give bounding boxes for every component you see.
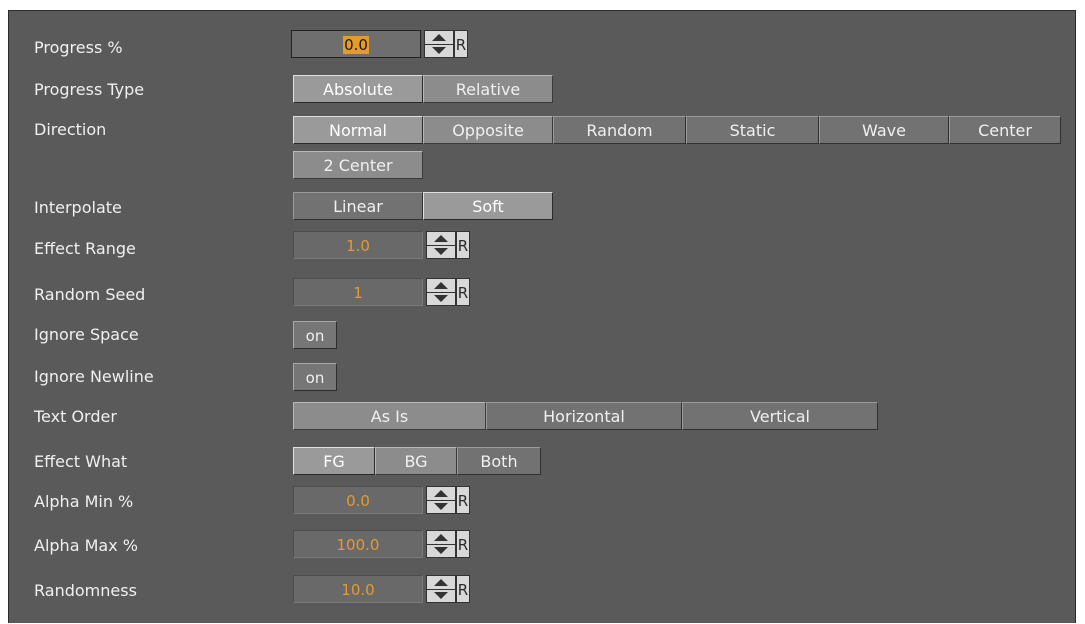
alpha-min-reset-button[interactable]: R [456,486,470,514]
effect-range-value-field[interactable]: 1.0 [293,231,423,259]
progress-label: Progress % [34,38,123,57]
alpha-min-value-field[interactable]: 0.0 [293,486,423,514]
random-seed-value-field[interactable]: 1 [293,278,423,306]
spinner-down-icon[interactable] [427,589,455,602]
random-seed-spinner[interactable] [426,278,456,306]
direction-opposite-button[interactable]: Opposite [423,116,553,144]
spinner-up-icon[interactable] [425,31,453,45]
alpha-max-label: Alpha Max % [34,536,138,555]
effect-range-label: Effect Range [34,239,136,258]
properties-panel: Progress % 0.0 R Progress Type Absolute … [8,10,1076,623]
ignore-space-label: Ignore Space [34,325,139,344]
progress-type-relative-button[interactable]: Relative [423,75,553,103]
alpha-max-value-field[interactable]: 100.0 [293,530,423,558]
random-seed-reset-button[interactable]: R [456,278,470,306]
spinner-down-icon[interactable] [427,544,455,557]
direction-random-button[interactable]: Random [553,116,686,144]
ignore-newline-label: Ignore Newline [34,367,154,386]
direction-wave-button[interactable]: Wave [819,116,949,144]
text-order-label: Text Order [34,407,117,426]
alpha-min-label: Alpha Min % [34,492,134,511]
effect-what-both-button[interactable]: Both [457,447,541,475]
interpolate-linear-button[interactable]: Linear [293,192,423,220]
spinner-down-icon[interactable] [427,500,455,513]
text-order-vertical-button[interactable]: Vertical [682,402,878,430]
text-order-as-is-button[interactable]: As Is [293,402,486,430]
direction-label: Direction [34,120,107,139]
interpolate-soft-button[interactable]: Soft [423,192,553,220]
progress-type-absolute-button[interactable]: Absolute [293,75,423,103]
progress-reset-button[interactable]: R [454,30,468,58]
random-seed-label: Random Seed [34,285,146,304]
spinner-down-icon[interactable] [427,292,455,305]
ignore-newline-toggle[interactable]: on [293,363,337,391]
spinner-up-icon[interactable] [427,576,455,590]
interpolate-label: Interpolate [34,198,122,217]
effect-range-spinner[interactable] [426,231,456,259]
ignore-space-toggle[interactable]: on [293,321,337,349]
direction-2center-button[interactable]: 2 Center [293,151,423,179]
text-order-horizontal-button[interactable]: Horizontal [486,402,682,430]
randomness-reset-button[interactable]: R [456,575,470,603]
randomness-label: Randomness [34,581,137,600]
direction-static-button[interactable]: Static [686,116,819,144]
spinner-up-icon[interactable] [427,279,455,293]
alpha-min-spinner[interactable] [426,486,456,514]
progress-spinner[interactable] [424,30,454,58]
direction-center-button[interactable]: Center [949,116,1061,144]
spinner-down-icon[interactable] [425,44,453,57]
spinner-up-icon[interactable] [427,487,455,501]
progress-value-text: 0.0 [343,36,369,54]
progress-value-field[interactable]: 0.0 [291,30,421,58]
alpha-max-reset-button[interactable]: R [456,530,470,558]
effect-what-fg-button[interactable]: FG [293,447,375,475]
randomness-value-field[interactable]: 10.0 [293,575,423,603]
randomness-spinner[interactable] [426,575,456,603]
spinner-up-icon[interactable] [427,232,455,246]
spinner-up-icon[interactable] [427,531,455,545]
effect-range-reset-button[interactable]: R [456,231,470,259]
spinner-down-icon[interactable] [427,245,455,258]
alpha-max-spinner[interactable] [426,530,456,558]
effect-what-label: Effect What [34,452,128,471]
direction-normal-button[interactable]: Normal [293,116,423,144]
effect-what-bg-button[interactable]: BG [375,447,457,475]
progress-type-label: Progress Type [34,80,145,99]
